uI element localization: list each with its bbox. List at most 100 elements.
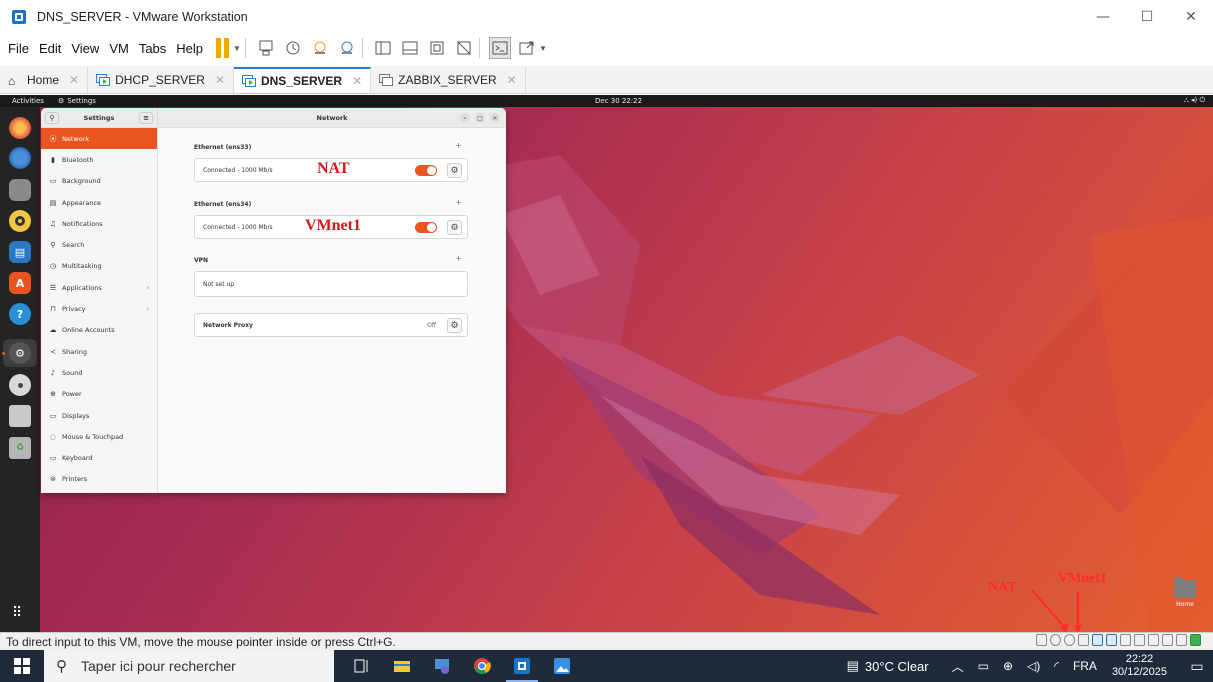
app-menu[interactable]: ⚙ Settings xyxy=(58,97,96,105)
send-ctrl-alt-del-icon[interactable] xyxy=(255,37,277,59)
menu-view[interactable]: View xyxy=(66,41,104,56)
optical-drive-icon[interactable] xyxy=(9,374,31,396)
gnome-clock[interactable]: Dec 30 22:22 xyxy=(595,97,642,105)
close-button[interactable]: ✕ xyxy=(490,113,500,123)
show-apps-icon[interactable]: ⠿ xyxy=(12,605,22,621)
hard-disk-icon[interactable] xyxy=(1036,634,1047,646)
menu-file[interactable]: File xyxy=(3,41,34,56)
language-indicator[interactable]: FRA xyxy=(1073,659,1097,673)
add-vpn-plus-icon[interactable]: + xyxy=(455,254,462,263)
trash-icon[interactable]: ♻ xyxy=(9,437,31,459)
menu-vm[interactable]: VM xyxy=(104,41,134,56)
windows-start-icon[interactable] xyxy=(0,650,44,682)
fullscreen-icon[interactable] xyxy=(426,37,448,59)
firefox-icon[interactable] xyxy=(9,117,31,139)
cd-dvd-2-icon[interactable] xyxy=(1064,634,1075,646)
chrome-icon[interactable] xyxy=(462,650,502,682)
sidebar-item-applications[interactable]: ☰ Applications › xyxy=(41,277,157,298)
meet-now-icon[interactable]: ⊕ xyxy=(1003,659,1013,673)
sidebar-item-keyboard[interactable]: ▭ Keyboard xyxy=(41,447,157,468)
help-icon[interactable]: ? xyxy=(9,303,31,325)
chevron-down-icon[interactable]: ▼ xyxy=(539,44,547,53)
taskbar-clock[interactable]: 22:22 30/12/2025 xyxy=(1112,653,1167,679)
battery-icon[interactable]: ▭ xyxy=(978,659,989,673)
sidebar-item-notifications[interactable]: ♫ Notifications xyxy=(41,213,157,234)
ethernet-ens33-toggle[interactable] xyxy=(415,165,437,176)
sidebar-item-privacy[interactable]: ⊓ Privacy › xyxy=(41,298,157,319)
maximize-button[interactable]: □ xyxy=(475,113,485,123)
wifi-icon[interactable]: ◜ xyxy=(1054,659,1059,673)
chevron-up-icon[interactable]: ︿ xyxy=(952,658,964,675)
minimize-button[interactable]: – xyxy=(460,113,470,123)
console-view-icon[interactable] xyxy=(488,37,511,59)
search-icon[interactable]: ⚲ xyxy=(45,111,59,124)
sidebar-item-multitasking[interactable]: ◷ Multitasking xyxy=(41,256,157,277)
sidebar-item-bluetooth[interactable]: ▮ Bluetooth xyxy=(41,149,157,170)
sidebar-item-background[interactable]: ▭ Background xyxy=(41,171,157,192)
maximize-button[interactable]: ☐ xyxy=(1125,0,1169,34)
notification-icon[interactable]: ▭ xyxy=(1181,658,1213,675)
settings-icon[interactable]: ⚙ xyxy=(9,342,31,364)
tab-dns-server[interactable]: DNS_SERVER ✕ xyxy=(233,67,372,93)
sidebar-item-power[interactable]: ⊕ Power xyxy=(41,384,157,405)
task-view-icon[interactable] xyxy=(342,650,382,682)
tab-dhcp-server[interactable]: DHCP_SERVER ✕ xyxy=(88,67,234,93)
writer-icon[interactable]: ▤ xyxy=(9,241,31,263)
network-adapter-vmnet1-icon[interactable] xyxy=(1106,634,1117,646)
hamburger-menu-icon[interactable]: ≡ xyxy=(139,111,153,124)
network-proxy-row[interactable]: Network Proxy Off ⚙ xyxy=(194,313,468,337)
thunderbird-icon[interactable] xyxy=(9,147,31,169)
close-icon[interactable]: ✕ xyxy=(352,74,362,88)
gear-icon[interactable]: ⚙ xyxy=(447,163,462,178)
software-icon[interactable]: A xyxy=(9,272,31,294)
tab-zabbix-server[interactable]: ZABBIX_SERVER ✕ xyxy=(371,67,526,93)
sidebar-item-sound[interactable]: ♪ Sound xyxy=(41,362,157,383)
sidebar-item-online-accounts[interactable]: ☁ Online Accounts xyxy=(41,320,157,341)
sidebar-item-appearance[interactable]: ▤ Appearance xyxy=(41,192,157,213)
close-icon[interactable]: ✕ xyxy=(69,73,79,87)
close-icon[interactable]: ✕ xyxy=(215,73,225,87)
volume-icon[interactable]: ◁) xyxy=(1027,659,1040,673)
system-menu[interactable]: ⛬ ◂) ⏻ xyxy=(1184,96,1205,105)
library-view-icon[interactable] xyxy=(372,37,394,59)
gear-icon[interactable]: ⚙ xyxy=(447,220,462,235)
floppy-icon[interactable] xyxy=(1078,634,1089,646)
home-folder-desktop-icon[interactable]: Home xyxy=(1170,577,1200,608)
add-connection-plus-icon[interactable]: + xyxy=(455,198,462,207)
printer-icon[interactable] xyxy=(1134,634,1145,646)
sidebar-item-search[interactable]: ⚲ Search xyxy=(41,234,157,255)
sidebar-item-displays[interactable]: ▭ Displays xyxy=(41,405,157,426)
removable-drive-icon[interactable] xyxy=(9,405,31,427)
vmware-taskbar-icon[interactable] xyxy=(502,650,542,682)
menu-edit[interactable]: Edit xyxy=(34,41,66,56)
file-explorer-icon[interactable] xyxy=(382,650,422,682)
network-adapter-nat-icon[interactable] xyxy=(1092,634,1103,646)
rhythmbox-icon[interactable] xyxy=(9,210,31,232)
unity-mode-icon[interactable] xyxy=(453,37,475,59)
snapshot-manager-icon[interactable] xyxy=(336,37,358,59)
weather-widget[interactable]: ▤ 30°C Clear xyxy=(847,658,929,674)
ethernet-ens34-toggle[interactable] xyxy=(415,222,437,233)
snapshot-icon[interactable] xyxy=(282,37,304,59)
cd-dvd-icon[interactable] xyxy=(1050,634,1061,646)
sound-card-icon[interactable] xyxy=(1120,634,1131,646)
revert-snapshot-icon[interactable] xyxy=(309,37,331,59)
add-connection-plus-icon[interactable]: + xyxy=(455,141,462,150)
thumbnail-view-icon[interactable] xyxy=(399,37,421,59)
files-icon[interactable] xyxy=(9,179,31,201)
vm-screen[interactable]: Activities ⚙ Settings Dec 30 22:22 ⛬ ◂) … xyxy=(0,95,1213,632)
message-log-icon[interactable] xyxy=(1176,634,1187,646)
activities-button[interactable]: Activities xyxy=(12,97,44,105)
stretch-guest-icon[interactable] xyxy=(516,37,538,59)
sidebar-item-printers[interactable]: ⊜ Printers xyxy=(41,469,157,490)
remote-desktop-icon[interactable] xyxy=(422,650,462,682)
photos-icon[interactable] xyxy=(542,650,582,682)
close-icon[interactable]: ✕ xyxy=(507,73,517,87)
sidebar-item-network[interactable]: ⦿ Network xyxy=(41,128,157,150)
display-icon[interactable] xyxy=(1148,634,1159,646)
chevron-down-icon[interactable]: ▼ xyxy=(233,44,241,53)
vm-running-status-icon[interactable] xyxy=(1190,634,1201,646)
taskbar-search-box[interactable]: ⚲ Taper ici pour rechercher xyxy=(44,650,334,682)
gear-icon[interactable]: ⚙ xyxy=(447,318,462,333)
sidebar-item-sharing[interactable]: ≺ Sharing xyxy=(41,341,157,362)
